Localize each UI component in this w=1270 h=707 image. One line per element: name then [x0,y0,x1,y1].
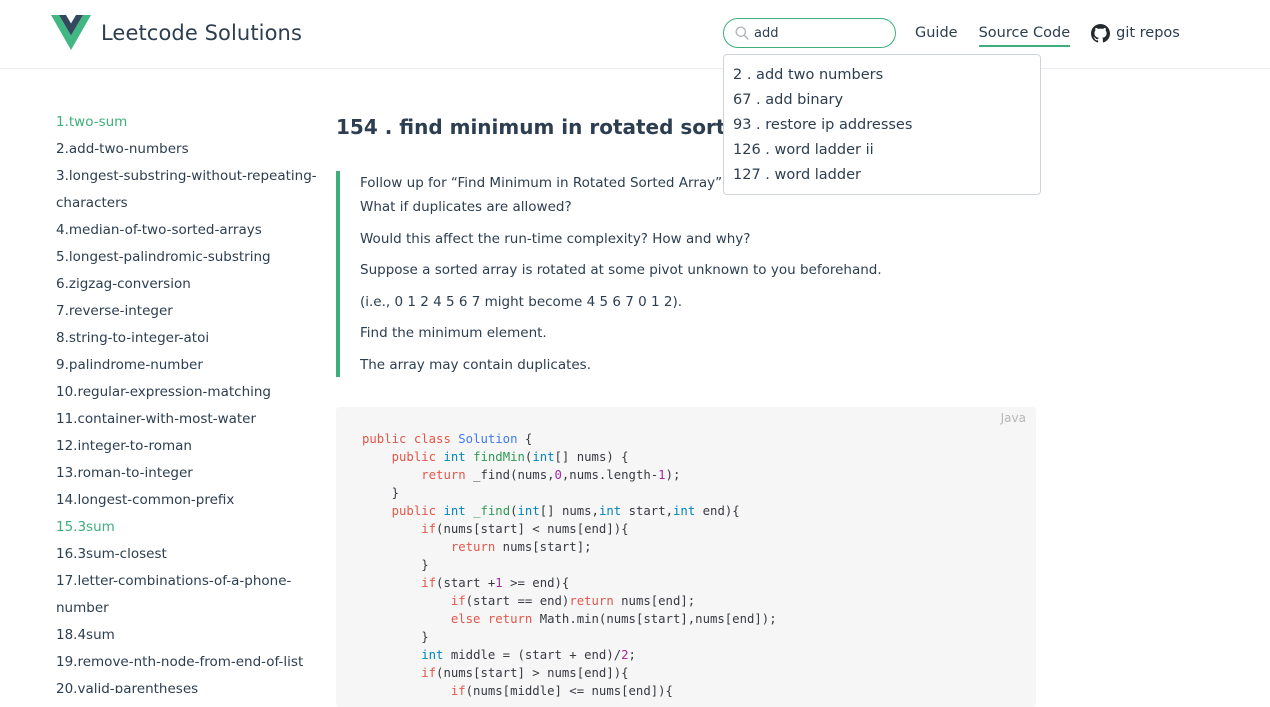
sidebar-item[interactable]: 12.integer-to-roman [56,433,318,460]
quote-line: Follow up for “Find Minimum in Rotated S… [360,175,727,191]
sidebar-item[interactable]: 20.valid-parentheses [56,676,318,693]
sidebar-item[interactable]: 6.zigzag-conversion [56,271,318,298]
code-language-label: Java [1000,411,1026,425]
suggestion-item[interactable]: 127 . word ladder [724,163,1040,188]
suggestion-item[interactable]: 93 . restore ip addresses [724,113,1040,138]
sidebar-item[interactable]: 9.palindrome-number [56,352,318,379]
sidebar-item[interactable]: 17.letter-combinations-of-a-phone-number [56,568,318,622]
sidebar-item[interactable]: 15.3sum [56,514,318,541]
quote-paragraph: Suppose a sorted array is rotated at som… [360,262,882,278]
sidebar-item[interactable]: 2.add-two-numbers [56,136,318,163]
quote-paragraph: (i.e., 0 1 2 4 5 6 7 might become 4 5 6 … [360,293,682,310]
sidebar-item[interactable]: 14.longest-common-prefix [56,487,318,514]
nav-source-code-label: Source Code [978,25,1071,41]
sidebar-list: 1.two-sum 2.add-two-numbers 3.longest-su… [0,69,330,693]
sidebar-item[interactable]: 7.reverse-integer [56,298,318,325]
sidebar-item[interactable]: 13.roman-to-integer [56,460,318,487]
sidebar-item[interactable]: 4.median-of-two-sorted-arrays [56,217,318,244]
sidebar-item[interactable]: 1.two-sum [56,109,318,136]
search-input[interactable] [754,22,889,44]
search-icon [735,26,749,40]
quote-paragraph: Would this affect the run-time complexit… [360,230,751,247]
quote-line: What if duplicates are allowed? [360,199,572,215]
home-link[interactable]: Leetcode Solutions [51,15,302,50]
problem-quote: Follow up for “Find Minimum in Rotated S… [336,171,936,377]
site-name: Leetcode Solutions [101,20,303,45]
suggestion-item[interactable]: 2 . add two numbers [724,63,1040,88]
search-suggestions: 2 . add two numbers 67 . add binary 93 .… [723,54,1041,195]
sidebar-item[interactable]: 16.3sum-closest [56,541,318,568]
nav-git-repos-label: git repos [1116,25,1180,41]
suggestion-item[interactable]: 67 . add binary [724,88,1040,113]
sidebar-item[interactable]: 10.regular-expression-matching [56,379,318,406]
code-text[interactable]: public class Solution { public int findM… [362,430,777,700]
nav-git-repos-link[interactable]: git repos [1091,23,1180,43]
quote-paragraph: The array may contain duplicates. [360,356,592,373]
search-box[interactable] [723,18,896,48]
nav-guide-label: Guide [915,25,958,41]
nav-guide-link[interactable]: Guide [915,23,958,43]
sidebar-item[interactable]: 19.remove-nth-node-from-end-of-list [56,649,318,676]
quote-paragraph: Find the minimum element. [360,325,547,341]
nav-source-code-link[interactable]: Source Code [978,23,1071,47]
sidebar-item[interactable]: 5.longest-palindromic-substring [56,244,318,271]
suggestion-item[interactable]: 126 . word ladder ii [724,138,1040,163]
sidebar-item[interactable]: 8.string-to-integer-atoi [56,325,318,352]
navbar: Leetcode Solutions Guide Source Code git… [0,0,1270,69]
sidebar: 1.two-sum 2.add-two-numbers 3.longest-su… [0,69,330,693]
github-icon [1091,23,1111,43]
nav-links: Guide Source Code git repos [915,23,1201,47]
sidebar-item[interactable]: 11.container-with-most-water [56,406,318,433]
code-block[interactable]: Java public class Solution { public int … [336,407,1036,707]
sidebar-item[interactable]: 3.longest-substring-without-repeating-ch… [56,163,318,217]
vue-logo-icon [51,15,91,50]
sidebar-item[interactable]: 18.4sum [56,622,318,649]
